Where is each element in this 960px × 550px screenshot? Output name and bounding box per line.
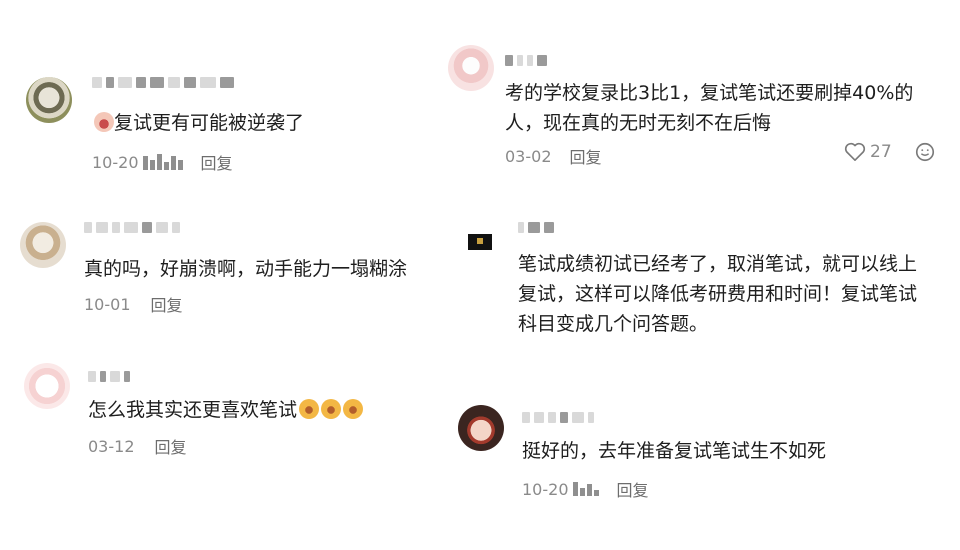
scared-face-emoji	[299, 399, 320, 419]
scared-face-emoji	[321, 399, 342, 419]
comment-date: 03-12	[88, 436, 135, 456]
comment-meta: 10-01 回复	[84, 292, 183, 316]
comment-date: 03-02	[505, 146, 552, 166]
username-pixelated[interactable]	[88, 368, 130, 384]
comment-date: 10-20	[522, 479, 569, 499]
avatar[interactable]	[448, 45, 494, 91]
location-pixelated	[142, 154, 183, 170]
comment-date: 10-01	[84, 294, 131, 314]
username-pixelated[interactable]	[505, 52, 547, 68]
username-pixelated[interactable]	[84, 219, 180, 235]
comment-meta: 03-02 回复	[505, 144, 602, 168]
comment-meta: 10-20 回复	[522, 477, 649, 501]
comment-text: 怎么我其实还更喜欢笔试	[88, 395, 364, 425]
username-pixelated[interactable]	[522, 409, 594, 425]
reply-button[interactable]: 回复	[570, 144, 602, 168]
like-count: 27	[870, 142, 892, 162]
angry-face-emoji	[94, 112, 114, 132]
reply-button[interactable]: 回复	[151, 292, 183, 316]
comment-icon[interactable]	[914, 141, 936, 163]
comment-meta: 03-12 回复	[88, 434, 187, 458]
comment-text: 真的吗，好崩溃啊，动手能力一塌糊涂	[84, 258, 408, 280]
avatar[interactable]	[458, 405, 504, 451]
like-button[interactable]: 27	[844, 142, 892, 162]
comment-date: 10-20	[92, 152, 139, 172]
comment-meta: 10-20 回复	[92, 150, 233, 174]
comment-text: 挺好的，去年准备复试笔试生不如死	[522, 440, 827, 462]
avatar[interactable]	[24, 363, 70, 409]
username-pixelated[interactable]	[92, 74, 234, 90]
comment-text: 复试更有可能被逆袭了	[92, 108, 304, 138]
avatar[interactable]	[458, 220, 504, 266]
heart-icon	[844, 142, 866, 161]
scared-face-emoji	[343, 399, 364, 419]
avatar[interactable]	[26, 77, 72, 123]
comment-text: 考的学校复录比3比1，复试笔试还要刷掉40%的 人，现在真的无时无刻不在后悔	[505, 82, 914, 134]
comment-actions: 27	[844, 141, 936, 163]
reply-button[interactable]: 回复	[201, 150, 233, 174]
avatar[interactable]	[20, 222, 66, 268]
reply-button[interactable]: 回复	[155, 434, 187, 458]
location-pixelated	[572, 482, 599, 496]
username-pixelated[interactable]	[518, 219, 554, 235]
reply-button[interactable]: 回复	[617, 477, 649, 501]
comment-text: 笔试成绩初试已经考了，取消笔试，就可以线上 复试，这样可以降低考研费用和时间！复…	[518, 253, 918, 335]
